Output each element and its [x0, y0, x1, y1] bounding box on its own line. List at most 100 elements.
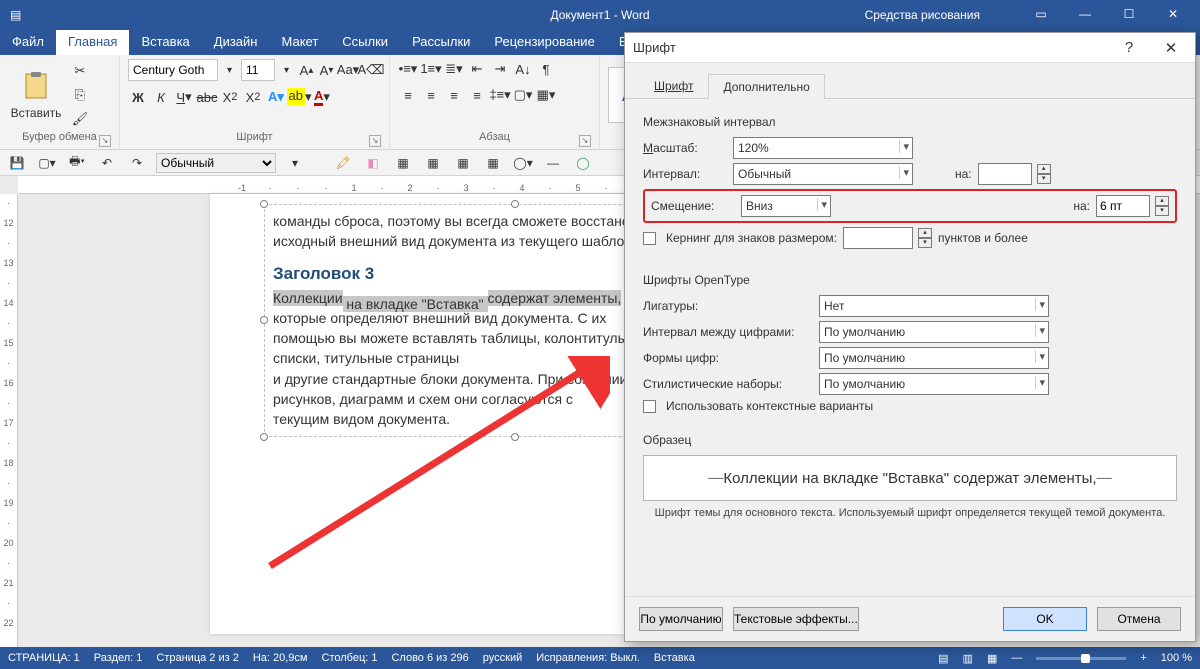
redo-button[interactable]: ↷ — [126, 153, 148, 173]
text-effects-button[interactable]: A▾ — [266, 87, 286, 107]
print-button[interactable]: 🖶▾ — [66, 153, 88, 173]
sort-button[interactable]: A↓ — [513, 59, 533, 79]
font-size-input[interactable] — [241, 59, 275, 81]
resize-handle[interactable] — [260, 433, 268, 441]
status-pagecount[interactable]: Страница 2 из 2 — [156, 652, 238, 664]
cancel-button[interactable]: Отмена — [1097, 607, 1181, 631]
increase-indent-button[interactable]: ⇥ — [490, 59, 510, 79]
view-read[interactable]: ▤ — [938, 652, 948, 665]
resize-handle[interactable] — [511, 200, 519, 208]
bullets-button[interactable]: •≡▾ — [398, 59, 418, 79]
maximize-button[interactable]: ☐ — [1108, 0, 1150, 28]
status-lang[interactable]: русский — [483, 652, 522, 664]
ligatures-combo[interactable]: Нет — [819, 295, 1049, 317]
multilevel-button[interactable]: ≣▾ — [444, 59, 464, 79]
paste-button[interactable]: Вставить — [8, 70, 64, 120]
qat-shape[interactable]: ◯▾ — [512, 153, 534, 173]
resize-handle[interactable] — [260, 316, 268, 324]
zoom-slider[interactable] — [1036, 657, 1126, 660]
save-button[interactable]: 💾 — [6, 153, 28, 173]
spacing-by-spinner[interactable]: ▴▾ — [1037, 164, 1051, 184]
stylsets-combo[interactable]: По умолчанию — [819, 373, 1049, 395]
superscript-button[interactable]: X2 — [243, 87, 263, 107]
font-size-dropdown[interactable]: ▾ — [278, 60, 295, 80]
style-selector[interactable]: Обычный — [156, 153, 276, 173]
dialog-tab-font[interactable]: Шрифт — [639, 73, 708, 98]
numspacing-combo[interactable]: По умолчанию — [819, 321, 1049, 343]
status-track[interactable]: Исправления: Выкл. — [536, 652, 640, 664]
qat-line[interactable]: — — [542, 153, 564, 173]
bold-button[interactable]: Ж — [128, 87, 148, 107]
ribbon-options-icon[interactable]: ▭ — [1020, 0, 1062, 28]
strikethrough-button[interactable]: abc — [197, 87, 217, 107]
subscript-button[interactable]: X2 — [220, 87, 240, 107]
line-spacing-button[interactable]: ‡≡▾ — [490, 85, 510, 105]
status-at[interactable]: На: 20,9см — [253, 652, 308, 664]
status-column[interactable]: Столбец: 1 — [322, 652, 378, 664]
qat-eraser[interactable]: ◧ — [362, 153, 384, 173]
scale-combo[interactable]: 120% — [733, 137, 913, 159]
grow-font-button[interactable]: A▴ — [298, 60, 315, 80]
qat-highlight[interactable]: 🖍 — [332, 153, 354, 173]
tab-mailings[interactable]: Рассылки — [400, 30, 482, 55]
position-combo[interactable]: Вниз — [741, 195, 831, 217]
clear-formatting-button[interactable]: A⌫ — [361, 60, 381, 80]
highlight-button[interactable]: ab▾ — [289, 87, 309, 107]
zoom-out[interactable]: — — [1011, 652, 1022, 664]
italic-button[interactable]: К — [151, 87, 171, 107]
numforms-combo[interactable]: По умолчанию — [819, 347, 1049, 369]
resize-handle[interactable] — [260, 200, 268, 208]
ok-button[interactable]: OK — [1003, 607, 1087, 631]
qat-table1[interactable]: ▦ — [392, 153, 414, 173]
font-launcher[interactable]: ↘ — [369, 135, 381, 147]
font-name-dropdown[interactable]: ▾ — [221, 60, 238, 80]
position-by-input[interactable] — [1096, 195, 1150, 217]
qat-circle[interactable]: ◯ — [572, 153, 594, 173]
close-button[interactable]: ✕ — [1152, 0, 1194, 28]
dialog-titlebar[interactable]: Шрифт ? ✕ — [625, 33, 1195, 63]
status-section[interactable]: Раздел: 1 — [94, 652, 143, 664]
borders-button[interactable]: ▦▾ — [536, 85, 556, 105]
tab-layout[interactable]: Макет — [269, 30, 330, 55]
align-center-button[interactable]: ≡ — [421, 85, 441, 105]
tab-home[interactable]: Главная — [56, 30, 129, 55]
kerning-size-input[interactable] — [843, 227, 913, 249]
tab-review[interactable]: Рецензирование — [482, 30, 606, 55]
ruler-vertical[interactable]: ·12·13·14·15·16·17·18·19·20·21·22 — [0, 194, 18, 647]
underline-button[interactable]: Ч▾ — [174, 87, 194, 107]
status-insert[interactable]: Вставка — [654, 652, 695, 664]
status-words[interactable]: Слово 6 из 296 — [391, 652, 468, 664]
dialog-close-button[interactable]: ✕ — [1155, 36, 1187, 60]
tab-design[interactable]: Дизайн — [202, 30, 270, 55]
qat-table2[interactable]: ▦ — [422, 153, 444, 173]
clipboard-launcher[interactable]: ↘ — [99, 135, 111, 147]
resize-handle[interactable] — [511, 433, 519, 441]
dialog-tab-advanced[interactable]: Дополнительно — [708, 74, 824, 99]
view-print[interactable]: ▥ — [963, 652, 973, 665]
change-case-button[interactable]: Aa▾ — [338, 60, 358, 80]
show-marks-button[interactable]: ¶ — [536, 59, 556, 79]
zoom-value[interactable]: 100 % — [1161, 652, 1192, 664]
tab-file[interactable]: Файл — [0, 30, 56, 55]
undo-button[interactable]: ↶ — [96, 153, 118, 173]
context-checkbox[interactable] — [643, 400, 656, 413]
format-painter-button[interactable]: 🖌 — [70, 109, 90, 129]
numbering-button[interactable]: 1≡▾ — [421, 59, 441, 79]
font-name-input[interactable] — [128, 59, 218, 81]
qat-table4[interactable]: ▦ — [482, 153, 504, 173]
status-page[interactable]: СТРАНИЦА: 1 — [8, 652, 80, 664]
position-by-spinner[interactable]: ▴▾ — [1155, 196, 1169, 216]
shrink-font-button[interactable]: A▾ — [318, 60, 335, 80]
copy-button[interactable]: ⎘ — [70, 85, 90, 105]
spacing-combo[interactable]: Обычный — [733, 163, 913, 185]
align-right-button[interactable]: ≡ — [444, 85, 464, 105]
minimize-button[interactable]: — — [1064, 0, 1106, 28]
view-web[interactable]: ▦ — [987, 652, 997, 665]
font-color-button[interactable]: A▾ — [312, 87, 332, 107]
new-button[interactable]: ▢▾ — [36, 153, 58, 173]
qat-btn-1[interactable]: ▾ — [284, 153, 306, 173]
justify-button[interactable]: ≡ — [467, 85, 487, 105]
text-effects-button[interactable]: Текстовые эффекты... — [733, 607, 859, 631]
qat-table3[interactable]: ▦ — [452, 153, 474, 173]
align-left-button[interactable]: ≡ — [398, 85, 418, 105]
